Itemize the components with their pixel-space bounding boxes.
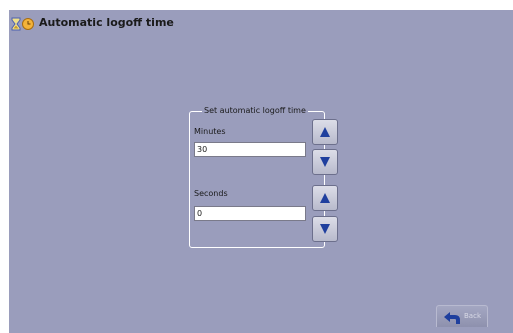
back-button-label: Back (464, 312, 481, 320)
arrow-down-icon (320, 224, 330, 234)
arrow-down-icon (320, 157, 330, 167)
seconds-down-button[interactable] (312, 216, 338, 242)
group-legend: Set automatic logoff time (202, 105, 308, 117)
hourglass-icon (11, 16, 35, 31)
minutes-up-button[interactable] (312, 119, 338, 145)
minutes-input[interactable]: 30 (194, 142, 306, 157)
seconds-label: Seconds (194, 189, 228, 198)
back-button[interactable]: Back (436, 305, 488, 327)
logoff-time-group: Set automatic logoff time Minutes 30 Sec… (189, 105, 338, 248)
back-arrow-icon (443, 310, 461, 324)
minutes-down-button[interactable] (312, 149, 338, 175)
seconds-up-button[interactable] (312, 185, 338, 211)
minutes-label: Minutes (194, 127, 226, 136)
page-title: Automatic logoff time (39, 16, 174, 29)
main-screen: Automatic logoff time Set automatic logo… (9, 10, 513, 333)
seconds-input[interactable]: 0 (194, 206, 306, 221)
arrow-up-icon (320, 127, 330, 137)
arrow-up-icon (320, 193, 330, 203)
